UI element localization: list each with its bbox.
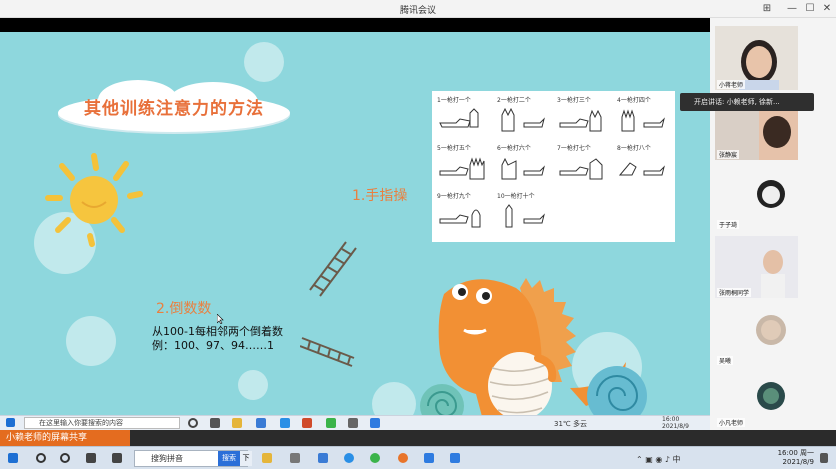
windows-start-icon[interactable]	[8, 453, 18, 463]
chart-cell: 4一枪打四个	[614, 93, 672, 139]
bubble-decoration	[244, 42, 284, 82]
participant-tile[interactable]: 小蒋老师	[715, 26, 798, 90]
participant-name: 张静宸	[717, 150, 740, 159]
meeting-icon[interactable]	[370, 418, 380, 428]
minimize-icon[interactable]: —	[785, 2, 799, 15]
window-titlebar: 腾讯会议 ⊞ — ☐ ✕	[0, 0, 836, 18]
task-view-icon[interactable]	[86, 453, 96, 463]
title-cloud: 其他训练注意力的方法	[58, 80, 290, 132]
participant-name: 小凡老师	[717, 418, 746, 427]
app-icon[interactable]	[424, 453, 434, 463]
edge-icon[interactable]	[344, 453, 354, 463]
windows-start-icon[interactable]	[6, 418, 15, 427]
file-explorer-icon[interactable]	[262, 453, 272, 463]
app-icon[interactable]	[290, 453, 300, 463]
maximize-icon[interactable]: ☐	[803, 2, 817, 15]
participant-name: 小蒋老师	[717, 80, 746, 89]
bubble-decoration	[66, 316, 116, 366]
wechat-icon[interactable]	[326, 418, 336, 428]
shared-search-input[interactable]: 在这里输入你要搜索的内容	[24, 417, 180, 429]
settings-icon[interactable]	[348, 418, 358, 428]
close-icon[interactable]: ✕	[820, 2, 834, 15]
window-title: 腾讯会议	[399, 6, 436, 16]
pin-icon[interactable]: ⊞	[760, 2, 774, 15]
bubble-decoration	[238, 370, 268, 400]
cortana-icon[interactable]	[188, 418, 198, 428]
chart-cell: 2一枪打二个	[494, 93, 552, 139]
participant-tile[interactable]: 吴曦	[715, 304, 798, 366]
weather-text: 31℃ 多云	[554, 420, 587, 428]
app-icon[interactable]	[112, 453, 122, 463]
countdown-note-2: 例：100、97、94……1	[152, 339, 274, 352]
shared-clock: 16:00 2021/8/9	[662, 416, 689, 430]
taskbar-clock[interactable]: 16:00 周一 2021/8/9	[778, 449, 814, 467]
chart-cell: 8一枪打八个	[614, 141, 672, 187]
ladder-icon	[300, 337, 355, 367]
search-icon[interactable]	[36, 453, 46, 463]
app-icon[interactable]	[318, 453, 328, 463]
chart-cell: 3一枪打三个	[554, 93, 612, 139]
edge-icon[interactable]	[280, 418, 290, 428]
chart-cell: 6一枪打六个	[494, 141, 552, 187]
app-root: { "window": { "title": "腾讯会议" }, "slide"…	[0, 0, 836, 469]
chart-cell: 7一枪打七个	[554, 141, 612, 187]
presentation-slide: 其他训练注意力的方法 1.手指操 2.倒数数 从100-1每相邻两个倒着数 例：…	[0, 32, 710, 430]
powerpoint-icon[interactable]	[302, 418, 312, 428]
section-finger-exercise: 1.手指操	[352, 188, 408, 204]
countdown-note-1: 从100-1每相邻两个倒着数	[152, 325, 283, 338]
cortana-icon[interactable]	[60, 453, 70, 463]
participant-name: 吴曦	[717, 356, 734, 365]
task-view-icon[interactable]	[210, 418, 220, 428]
windows-taskbar: 搜狗拼音 搜索 下 ⌃ ▣ ◉ ♪ 中 16:00 周一 2021/8/9	[0, 446, 836, 469]
participant-tile[interactable]: 小凡老师	[715, 372, 798, 428]
participant-name: 张雨桐同学	[717, 288, 752, 297]
file-explorer-icon[interactable]	[232, 418, 242, 428]
tencent-meeting-icon[interactable]	[450, 453, 460, 463]
participant-name: 于子琦	[717, 220, 740, 229]
system-tray[interactable]: ⌃ ▣ ◉ ♪ 中	[636, 454, 681, 465]
chart-cell: 10一枪打十个	[494, 189, 552, 235]
shared-taskbar: 在这里输入你要搜索的内容 31℃ 多云 16:00 2021/8/9	[0, 415, 710, 430]
section-countdown: 2.倒数数	[156, 301, 212, 317]
ladder-icon	[309, 241, 357, 297]
search-button[interactable]: 搜索	[218, 451, 240, 466]
app-icon[interactable]	[256, 418, 266, 428]
chart-cell: 1一枪打一个	[434, 93, 492, 139]
screen-share-banner[interactable]: 小赖老师的屏幕共享	[0, 430, 130, 446]
sun-icon	[45, 153, 143, 247]
participant-tile[interactable]: 于子琦	[715, 168, 798, 230]
finger-exercise-chart: 1一枪打一个 2一枪打二个 3一枪打三个 4一枪打四个 5一枪打五个 6一枪打六…	[432, 91, 675, 242]
firefox-icon[interactable]	[398, 453, 408, 463]
chrome-icon[interactable]	[370, 453, 380, 463]
chart-cell: 5一枪打五个	[434, 141, 492, 187]
participant-panel: 小蒋老师 张静宸 于子琦 张雨桐同学 吴曦 小凡老师	[710, 18, 836, 430]
down-button[interactable]: 下	[240, 451, 252, 466]
notification-icon[interactable]	[820, 453, 828, 463]
cursor-icon	[217, 314, 224, 324]
slide-title: 其他训练注意力的方法	[84, 99, 264, 119]
participant-tile[interactable]: 张雨桐同学	[715, 236, 798, 298]
chart-cell: 9一枪打九个	[434, 189, 492, 235]
speaking-notification[interactable]: 开启讲话: 小赖老师, 徐新...	[680, 93, 814, 111]
shared-screen: 其他训练注意力的方法 1.手指操 2.倒数数 从100-1每相邻两个倒着数 例：…	[0, 18, 710, 430]
